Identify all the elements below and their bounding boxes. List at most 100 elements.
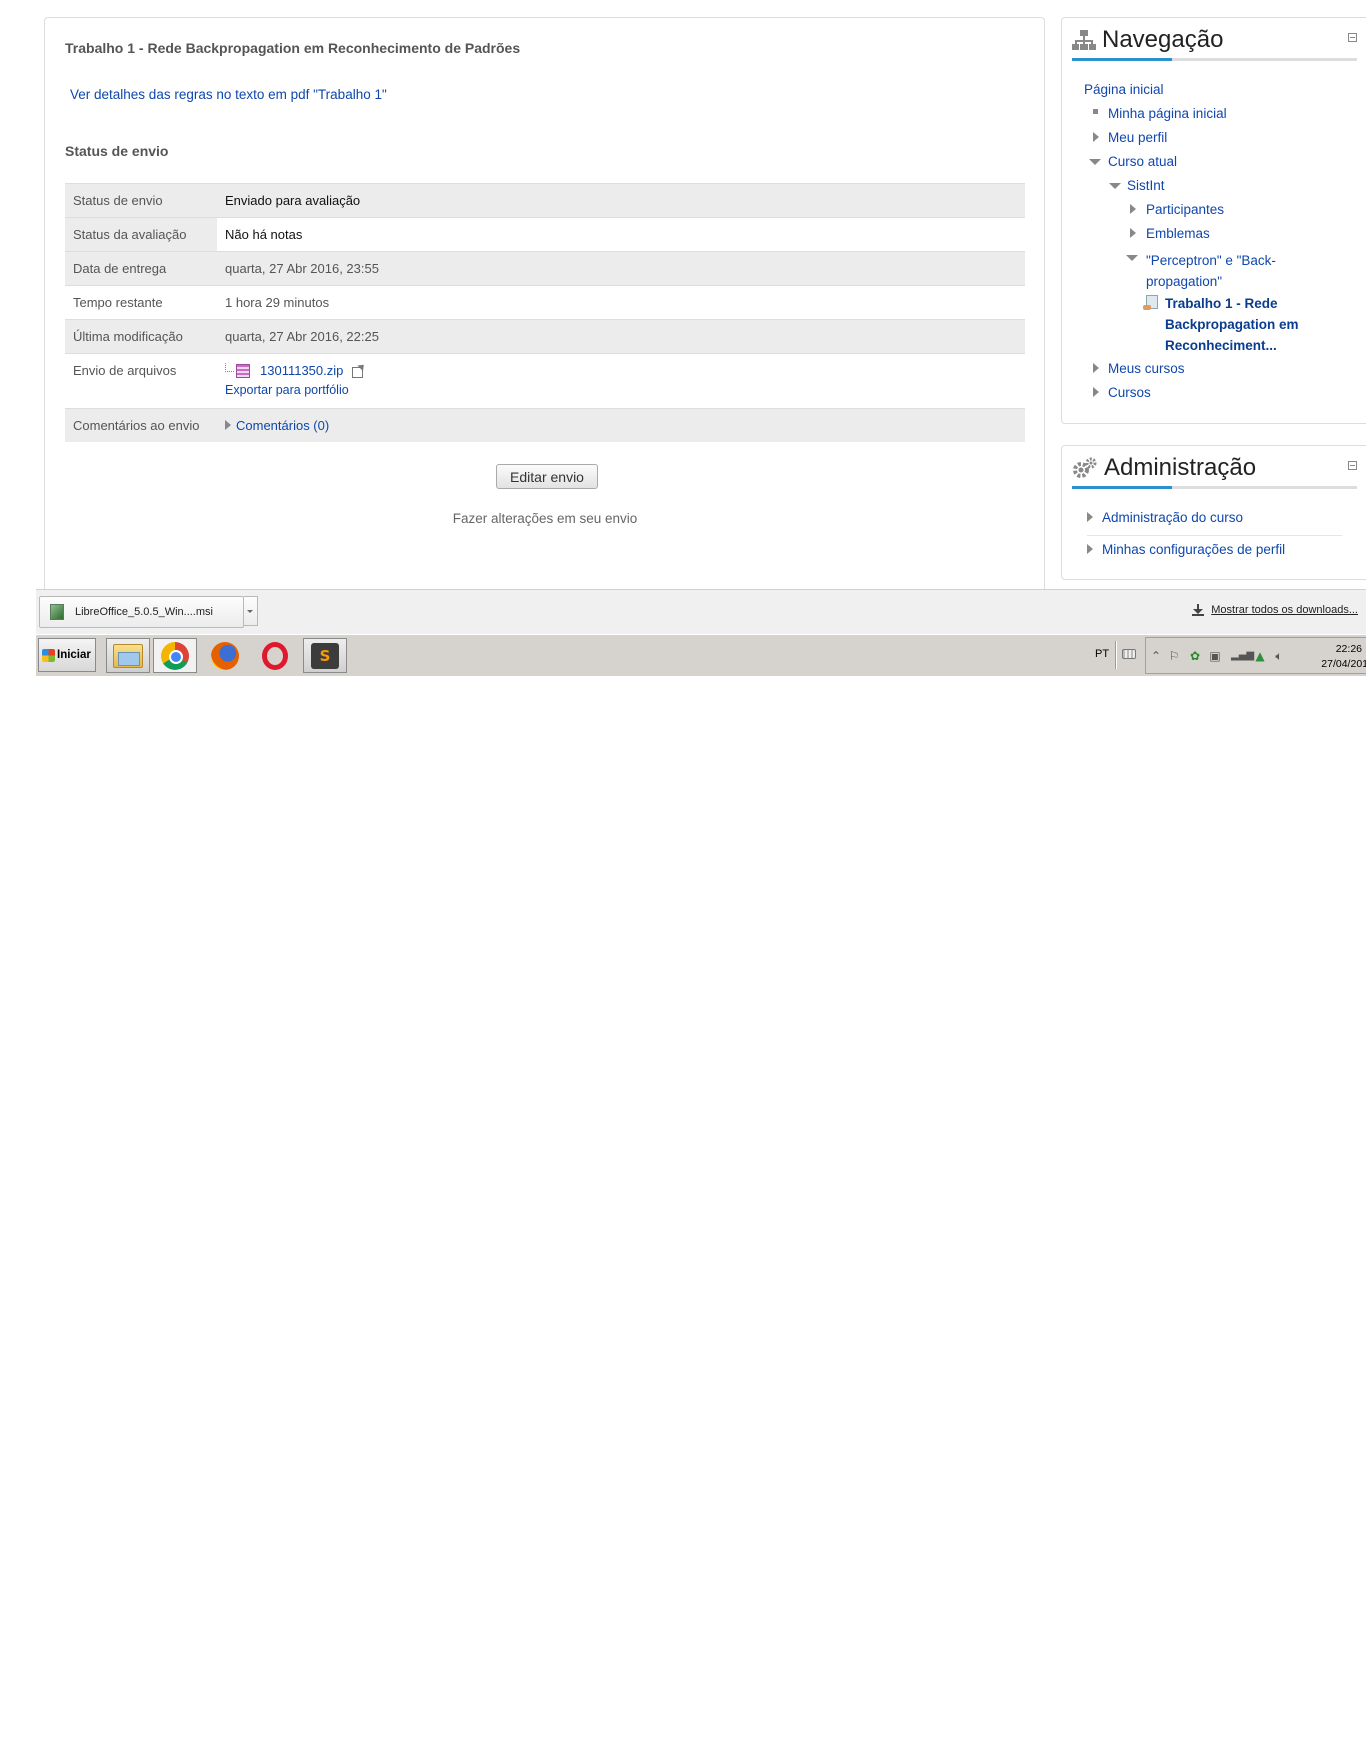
admin-course-administration[interactable]: Administração do curso [1102,510,1243,525]
download-icon [1192,604,1205,616]
navigation-header: Navegação [1072,26,1223,54]
taskbar-explorer[interactable] [106,638,150,673]
table-row: Data de entrega quarta, 27 Abr 2016, 23:… [65,251,1025,286]
clock-time[interactable]: 22:26 [1336,643,1362,655]
navigation-block: Navegação Página inicial Minha página in… [1061,17,1366,424]
download-file-name: LibreOffice_5.0.5_Win....msi [75,606,213,618]
nav-home[interactable]: Página inicial [1084,82,1164,97]
last-modified-value: quarta, 27 Abr 2016, 22:25 [217,319,1025,354]
collapse-icon[interactable] [1348,461,1357,470]
status-value: Enviado para avaliação [217,183,1025,218]
nav-courses[interactable]: Cursos [1108,385,1151,400]
submission-status-heading: Status de envio [65,143,169,159]
table-row: Última modificação quarta, 27 Abr 2016, … [65,319,1025,354]
taskbar-sublime-text[interactable]: S [303,638,347,673]
opera-icon [262,641,288,670]
expand-triangle-icon[interactable] [1093,387,1099,397]
expand-triangle-icon[interactable] [1093,132,1099,142]
show-all-downloads-label: Mostrar todos os downloads... [1211,604,1358,616]
windows-taskbar: Iniciar S PT ⌃ ⚐ ✿ ▣ ▂▄▆ ▲ 🔈︎ 22:26 27/0… [36,634,1366,676]
table-row: Comentários ao envio Comentários (0) [65,408,1025,442]
table-row: Status da avaliação Não há notas [65,217,1025,252]
nav-my-courses[interactable]: Meus cursos [1108,361,1185,376]
edit-submission-button[interactable]: Editar envio [496,464,598,489]
gears-icon [1073,457,1097,478]
navigation-title: Navegação [1102,26,1224,53]
msi-installer-icon [50,604,64,620]
table-row: Tempo restante 1 hora 29 minutos [65,285,1025,320]
nav-participants[interactable]: Participantes [1146,202,1224,217]
windows-logo-icon [42,648,55,662]
expand-triangle-icon[interactable] [1087,544,1093,554]
expand-triangle-icon[interactable] [1130,228,1136,238]
action-center-flag-icon[interactable]: ⚐ [1167,649,1181,663]
zip-file-icon [236,363,250,378]
time-remaining-value: 1 hora 29 minutos [217,285,1025,320]
sitemap-icon [1072,30,1096,50]
tree-connector [225,363,234,372]
taskbar-chrome[interactable] [153,638,197,673]
sublime-text-icon: S [311,642,339,669]
download-bar: LibreOffice_5.0.5_Win....msi Mostrar tod… [36,589,1366,635]
due-date-value: quarta, 27 Abr 2016, 23:55 [217,251,1025,286]
clipboard-icon[interactable]: ▣ [1208,649,1222,663]
file-submissions-value: 130111350.zip Exportar para portfólio [217,353,1025,409]
google-drive-icon[interactable]: ▲ [1253,649,1267,663]
collapse-icon[interactable] [1348,33,1357,42]
header-underline [1072,58,1357,61]
expand-triangle-icon[interactable] [225,420,231,430]
file-submissions-label: Envio de arquivos [65,353,217,409]
language-indicator[interactable]: PT [1095,648,1109,660]
network-signal-icon[interactable]: ▂▄▆ [1231,649,1254,663]
taskbar-firefox[interactable] [203,638,247,673]
assignment-icon [1143,295,1158,310]
nav-my-profile[interactable]: Meu perfil [1108,130,1167,145]
table-row: Status de envio Enviado para avaliação [65,183,1025,218]
start-label: Iniciar [57,649,91,661]
nav-current-course[interactable]: Curso atual [1108,154,1177,169]
divider [1115,641,1117,669]
volume-icon[interactable]: 🔈︎ [1272,649,1286,663]
export-portfolio-link[interactable]: Exportar para portfólio [225,383,1025,397]
download-item[interactable]: LibreOffice_5.0.5_Win....msi [39,596,244,628]
grading-status-value: Não há notas [217,217,1025,252]
collapse-triangle-icon[interactable] [1126,255,1138,261]
admin-profile-settings[interactable]: Minhas configurações de perfil [1102,542,1285,557]
expand-triangle-icon[interactable] [1087,512,1093,522]
submitted-file-link[interactable]: 130111350.zip [260,363,343,378]
administration-title: Administração [1104,454,1257,481]
show-hidden-icons-icon[interactable]: ⌃ [1149,649,1163,663]
divider [1087,535,1342,536]
nav-dashboard[interactable]: Minha página inicial [1108,106,1227,121]
system-tray: ⌃ ⚐ ✿ ▣ ▂▄▆ ▲ 🔈︎ 22:26 27/04/201 [1145,637,1366,674]
clock-date[interactable]: 27/04/201 [1321,658,1366,670]
taskbar-opera[interactable] [253,638,297,673]
start-button[interactable]: Iniciar [38,638,96,672]
grading-status-label: Status da avaliação [65,217,217,252]
collapse-triangle-icon[interactable] [1089,159,1101,165]
download-options-button[interactable] [244,596,258,626]
submission-comments-value: Comentários (0) [217,408,1025,442]
comments-link[interactable]: Comentários (0) [236,418,329,433]
nav-badges[interactable]: Emblemas [1146,226,1210,241]
submission-status-table: Status de envio Enviado para avaliação S… [65,183,1025,442]
time-remaining-label: Tempo restante [65,285,217,320]
due-date-label: Data de entrega [65,251,217,286]
last-modified-label: Última modificação [65,319,217,354]
bullet-icon [1093,109,1098,114]
export-portfolio-icon[interactable] [352,367,364,378]
submission-comments-label: Comentários ao envio [65,408,217,442]
show-all-downloads-link[interactable]: Mostrar todos os downloads... [1192,604,1358,616]
folder-icon [113,643,143,668]
nav-section-perceptron[interactable]: "Perceptron" e "Back-propagation" [1146,250,1296,292]
nav-current-assignment[interactable]: Trabalho 1 - Rede Backpropagation em Rec… [1165,293,1325,356]
edit-submission-help: Fazer alterações em seu envio [452,511,638,526]
keyboard-icon[interactable] [1122,649,1136,659]
chrome-icon [161,641,189,670]
expand-triangle-icon[interactable] [1130,204,1136,214]
rules-pdf-link[interactable]: Ver detalhes das regras no texto em pdf … [70,87,387,102]
antivirus-icon[interactable]: ✿ [1188,649,1202,663]
collapse-triangle-icon[interactable] [1109,183,1121,189]
expand-triangle-icon[interactable] [1093,363,1099,373]
nav-course-sistint[interactable]: SistInt [1127,178,1165,193]
